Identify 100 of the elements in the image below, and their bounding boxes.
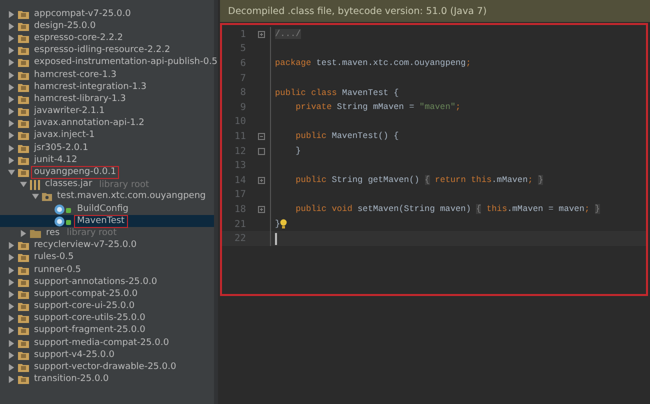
item-label: runner-0.5 [33,264,82,276]
tree-item[interactable]: appcompat-v7-25.0.0 [0,8,214,20]
item-label: exposed-instrumentation-api-publish-0.5 [33,57,219,68]
fold-end-icon[interactable] [258,148,264,155]
tree-item[interactable]: hamcrest-core-1.3 [0,68,214,82]
item-label: rules-0.5 [33,252,75,264]
tree-item[interactable]: classes.jar library root [0,178,214,191]
tree-item[interactable]: runner-0.5 [0,264,214,276]
tree-item[interactable]: javax.inject-1 [0,130,214,142]
class-icon [54,216,72,227]
line-number: 18 [234,204,246,215]
tree-item[interactable]: hamcrest-integration-1.3 [0,81,214,94]
library-root-hint: library root [99,180,150,190]
folder-icon [18,363,29,372]
library-root-hint: library root [66,228,117,238]
code-line: } [294,146,301,156]
code-line: public void setMaven(String maven) { this.mMaven = maven; } [294,204,600,214]
item-label: ouyangpeng-0.0.1 [32,167,118,178]
tree-item[interactable]: BuildConfig [0,203,214,216]
folder-icon [18,266,29,275]
folder-icon [18,314,29,324]
tree-item[interactable]: support-fragment-25.0.0 [0,324,214,338]
decompiled-banner: Decompiled .class file, bytecode version: 51.0 (Java 7) [220,0,650,22]
folder-icon [18,10,29,19]
item-label: MavenTest [75,216,127,227]
package-icon [42,192,52,202]
item-label: espresso-core-2.2.2 [33,32,124,44]
line-number: 14 [234,174,246,186]
item-label: test.maven.xtc.com.ouyangpeng [56,191,207,202]
folder-icon [18,338,29,348]
folder-icon [18,144,29,153]
item-label: support-annotations-25.0.0 [33,276,158,288]
line-number: 13 [234,160,246,172]
item-label: support-core-ui-25.0.0 [33,301,136,312]
line-number: 6 [239,58,246,69]
item-label: BuildConfig [76,204,130,215]
tree-item[interactable]: javawriter-2.1.1 [0,106,214,118]
library-icon [30,180,40,190]
item-label: jsr305-2.0.1 [32,142,90,154]
tree-item[interactable]: MavenTest [0,215,214,228]
folder-icon [18,131,29,140]
folder-icon [18,22,29,31]
tree-item[interactable]: support-v4-25.0.0 [0,349,214,362]
tree-item[interactable]: espresso-idling-resource-2.2.2 [0,44,214,57]
line-number: 1 [239,28,246,40]
tree-item[interactable]: support-media-compat-25.0.0 [0,337,214,350]
class-icon [54,204,72,215]
tree-item[interactable]: javax.annotation-api-1.2 [0,118,214,130]
tree-item[interactable]: support-compat-25.0.0 [0,288,214,300]
line-number: 7 [239,72,246,84]
fold-expand-icon[interactable] [258,176,264,184]
tree-item[interactable]: ouyangpeng-0.0.1 [0,166,214,179]
item-label: classes.jar [44,179,94,190]
folder-icon [18,326,29,336]
item-label: support-media-compat-25.0.0 [33,338,170,349]
tree-item[interactable]: support-annotations-25.0.0 [0,276,214,288]
item-label: res [45,228,61,239]
folder-icon [18,253,29,262]
code-line: public String getMaven() { return this.mMaven; } [294,175,544,186]
code-line: public class MavenTest { [275,88,399,98]
tree-item[interactable]: support-vector-drawable-25.0.0 [0,361,214,374]
tree-item[interactable]: test.maven.xtc.com.ouyangpeng [0,190,214,203]
folder-icon [18,168,29,178]
folder-icon [18,46,29,56]
item-label: support-vector-drawable-25.0.0 [33,362,178,374]
item-label: hamcrest-integration-1.3 [33,82,148,93]
tree-item[interactable]: design-25.0.0 [0,20,214,32]
line-number: 8 [239,87,246,98]
tree-item[interactable]: junit-4.12 [0,154,214,166]
fold-collapse-icon[interactable] [258,132,264,140]
folder-icon [18,107,29,116]
folder-icon [18,290,29,299]
tree-item[interactable]: support-core-utils-25.0.0 [0,312,214,325]
folder-icon [18,375,29,384]
line-number: 17 [234,189,246,200]
text-cursor [275,232,277,245]
item-label: hamcrest-core-1.3 [33,70,118,81]
fold-expand-icon[interactable] [258,30,264,38]
line-number: 21 [234,218,246,230]
tree-item[interactable]: support-core-ui-25.0.0 [0,300,214,313]
item-label: design-25.0.0 [33,20,97,32]
tree-item[interactable]: transition-25.0.0 [0,374,214,386]
folder-icon [18,94,29,104]
tree-item[interactable]: res library root [0,227,214,240]
folder-icon [18,119,29,128]
tree-item[interactable]: hamcrest-library-1.3 [0,93,214,106]
tree-item[interactable]: jsr305-2.0.1 [0,142,214,154]
folder-icon [18,302,29,312]
folder-icon [18,70,29,80]
tree-item[interactable]: espresso-core-2.2.2 [0,32,214,45]
tree-item[interactable]: rules-0.5 [0,252,214,264]
item-label: hamcrest-library-1.3 [33,94,127,105]
folder-icon [18,350,29,360]
item-label: junit-4.12 [32,154,78,166]
fold-expand-icon[interactable] [258,206,264,213]
lightbulb-icon[interactable] [280,219,288,230]
item-label: support-compat-25.0.0 [33,288,139,300]
item-label: espresso-idling-resource-2.2.2 [33,45,172,56]
item-label: javawriter-2.1.1 [32,106,106,118]
tree-item[interactable]: recyclerview-v7-25.0.0 [0,240,214,252]
